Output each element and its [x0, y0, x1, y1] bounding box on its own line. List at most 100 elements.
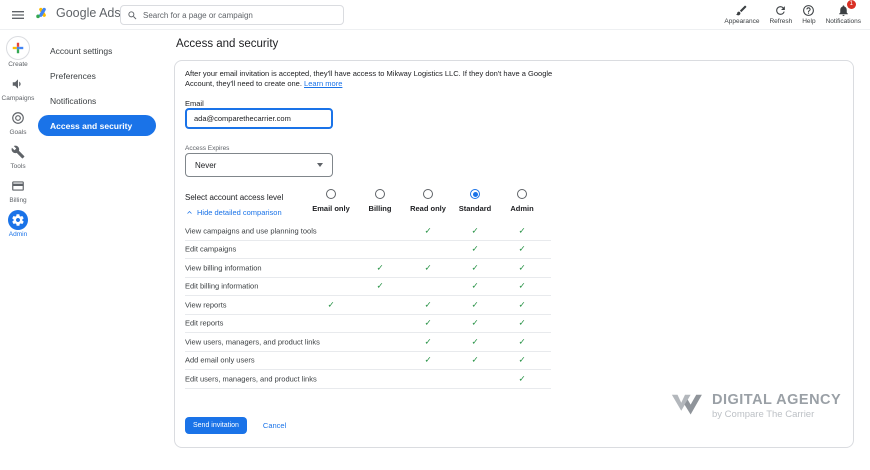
permission-label: Edit users, managers, and product links — [185, 374, 317, 384]
access-expires-value: Never — [195, 160, 217, 170]
access-level-radio-email-only[interactable] — [326, 189, 336, 199]
check-icon: ✓ — [471, 262, 479, 273]
check-icon: ✓ — [518, 243, 526, 254]
topbar-action-appearance[interactable]: Appearance — [719, 2, 764, 27]
cancel-button[interactable]: Cancel — [263, 421, 286, 430]
rail-item-campaigns[interactable]: Campaigns — [2, 74, 34, 102]
access-level-radio-standard[interactable] — [470, 189, 480, 199]
rail-item-label: Goals — [9, 129, 27, 136]
dropdown-caret-icon — [317, 163, 323, 167]
check-icon: ✓ — [424, 299, 432, 310]
permission-row: View reports ✓ ✓ ✓ ✓ — [185, 296, 551, 315]
hide-comparison-link[interactable]: Hide detailed comparison — [185, 208, 282, 217]
appearance-icon — [735, 4, 748, 17]
access-level-radios — [185, 189, 551, 201]
permission-label: View billing information — [185, 263, 262, 273]
billing-icon — [8, 176, 28, 196]
rail-item-create[interactable]: Create — [6, 36, 30, 68]
sidebar-item-account-settings[interactable]: Account settings — [38, 40, 156, 61]
search-icon — [127, 10, 138, 21]
intro-text: After your email invitation is accepted,… — [185, 69, 573, 89]
email-input[interactable] — [185, 108, 333, 129]
access-expires-label: Access Expires — [185, 145, 230, 152]
permissions-table: View campaigns and use planning tools ✓ ✓ ✓… — [185, 222, 551, 389]
check-icon: ✓ — [471, 317, 479, 328]
check-icon: ✓ — [471, 354, 479, 365]
digital-agency-logo-icon — [666, 391, 704, 421]
permission-row: View campaigns and use planning tools ✓ ✓ ✓ — [185, 222, 551, 241]
permission-label: Edit campaigns — [185, 244, 237, 254]
refresh-icon — [774, 4, 787, 17]
check-icon: ✓ — [471, 280, 479, 291]
form-actions: Send invitation Cancel — [185, 417, 286, 434]
permission-row: Edit campaigns ✓ ✓ — [185, 241, 551, 259]
topbar-actions: Appearance Refresh Help 1 Notifications — [719, 0, 866, 27]
topbar-action-label: Help — [802, 18, 816, 25]
notification-badge: 1 — [846, 0, 856, 9]
rail-item-admin[interactable]: Admin — [8, 210, 28, 238]
app-root: Google Ads Appearance Refresh Help 1 Notific… — [0, 0, 870, 470]
email-label: Email — [185, 99, 204, 108]
settings-sidebar: Account settings Preferences Notifications… — [36, 30, 164, 470]
hide-comparison-label: Hide detailed comparison — [197, 208, 282, 217]
check-icon: ✓ — [471, 243, 479, 254]
permission-row: View billing information ✓ ✓ ✓ ✓ — [185, 259, 551, 278]
notifications-bell-icon: 1 — [837, 0, 856, 17]
check-icon: ✓ — [518, 354, 526, 365]
goals-icon — [8, 108, 28, 128]
google-ads-logo[interactable]: Google Ads — [34, 5, 121, 21]
access-level-column-admin: Admin — [510, 204, 534, 213]
left-rail: Create Campaigns Goals Tools Billing Admin — [0, 30, 36, 470]
watermark-title: DIGITAL AGENCY — [712, 392, 842, 408]
search-input[interactable] — [143, 10, 337, 20]
admin-gear-icon — [8, 210, 28, 230]
access-level-radio-read-only[interactable] — [423, 189, 433, 199]
send-invitation-button[interactable]: Send invitation — [185, 417, 247, 434]
topbar-action-refresh[interactable]: Refresh — [764, 2, 797, 27]
brand-name: Google Ads — [56, 6, 121, 20]
menu-icon[interactable] — [10, 7, 26, 23]
check-icon: ✓ — [518, 262, 526, 273]
tools-icon — [8, 142, 28, 162]
sidebar-item-preferences[interactable]: Preferences — [38, 65, 156, 86]
page-title: Access and security — [176, 38, 279, 50]
sidebar-item-access-and-security[interactable]: Access and security — [38, 115, 156, 136]
check-icon: ✓ — [376, 262, 384, 273]
invitation-card: After your email invitation is accepted,… — [174, 60, 854, 448]
topbar-action-notifications[interactable]: 1 Notifications — [821, 0, 866, 27]
check-icon: ✓ — [424, 317, 432, 328]
check-icon: ✓ — [424, 354, 432, 365]
topbar-action-label: Appearance — [724, 18, 760, 25]
access-level-radio-billing[interactable] — [375, 189, 385, 199]
learn-more-link[interactable]: Learn more — [304, 79, 342, 88]
permission-label: Edit reports — [185, 318, 224, 328]
permission-row: View users, managers, and product links ✓… — [185, 333, 551, 352]
permission-label: View users, managers, and product links — [185, 337, 320, 347]
access-expires-select[interactable]: Never — [185, 153, 333, 177]
rail-item-label: Billing — [9, 197, 27, 204]
rail-item-tools[interactable]: Tools — [8, 142, 28, 170]
rail-item-billing[interactable]: Billing — [8, 176, 28, 204]
check-icon: ✓ — [471, 336, 479, 347]
sidebar-item-notifications[interactable]: Notifications — [38, 90, 156, 111]
permission-label: View reports — [185, 300, 227, 310]
access-level-radio-admin[interactable] — [517, 189, 527, 199]
topbar: Google Ads Appearance Refresh Help 1 Notific… — [0, 0, 870, 30]
rail-item-label: Tools — [10, 163, 26, 170]
rail-item-label: Create — [8, 61, 28, 68]
chevron-up-icon — [185, 208, 194, 217]
rail-item-goals[interactable]: Goals — [8, 108, 28, 136]
search-box[interactable] — [120, 5, 344, 25]
check-icon: ✓ — [518, 225, 526, 236]
check-icon: ✓ — [518, 373, 526, 384]
permission-label: Add email only users — [185, 355, 255, 365]
topbar-action-help[interactable]: Help — [797, 2, 820, 27]
topbar-action-label: Notifications — [825, 18, 861, 25]
check-icon: ✓ — [471, 299, 479, 310]
permission-row: Add email only users ✓ ✓ ✓ — [185, 352, 551, 370]
check-icon: ✓ — [518, 299, 526, 310]
check-icon: ✓ — [376, 280, 384, 291]
permission-label: View campaigns and use planning tools — [185, 226, 317, 236]
help-icon — [802, 4, 815, 17]
check-icon: ✓ — [518, 336, 526, 347]
